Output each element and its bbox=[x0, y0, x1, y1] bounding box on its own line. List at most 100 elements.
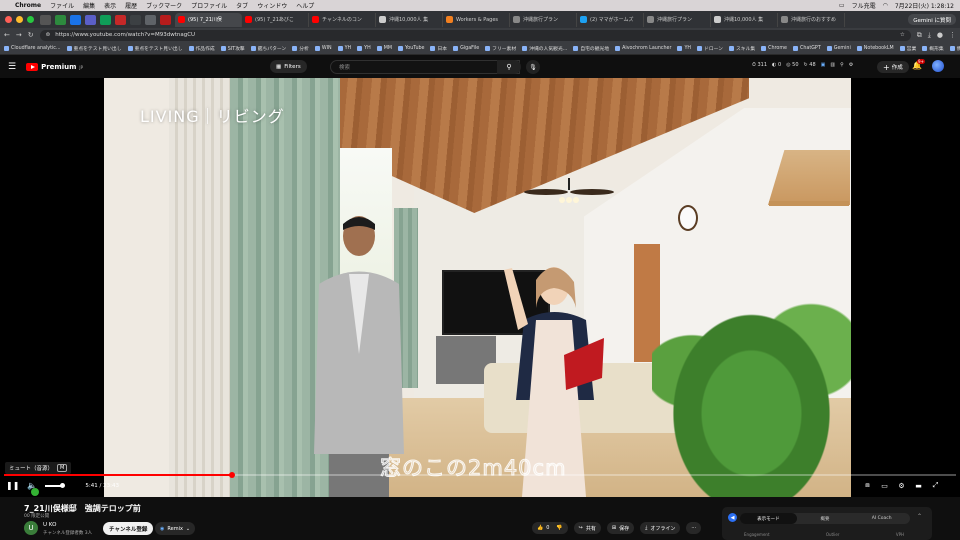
voice-search-button[interactable]: 🎙 bbox=[526, 60, 540, 74]
create-button[interactable]: + 作成 bbox=[877, 61, 909, 73]
fullscreen-icon[interactable]: ⤢ bbox=[930, 481, 941, 490]
bookmark-item[interactable]: 重点をテスト見い出し bbox=[66, 45, 122, 52]
bookmark-star-icon[interactable]: ☆ bbox=[900, 32, 905, 38]
bookmark-item[interactable]: 鑑ちパターン bbox=[250, 45, 286, 52]
pinned-tab-icon[interactable] bbox=[85, 14, 96, 25]
extension-icon[interactable]: ▣ bbox=[821, 62, 826, 68]
bookmark-item[interactable]: 概形集 bbox=[922, 45, 944, 52]
save-button[interactable]: ⊞ 保存 bbox=[606, 522, 635, 534]
bookmark-item[interactable]: 営業 bbox=[899, 45, 916, 52]
settings-gear-icon[interactable]: ⚙ bbox=[896, 481, 907, 490]
profile-icon[interactable]: ● bbox=[937, 31, 943, 39]
reload-icon[interactable]: ↻ bbox=[28, 31, 34, 39]
browser-tab[interactable]: 沖縄旅行プラン bbox=[644, 12, 711, 27]
browser-tab[interactable]: (95) 7_21川俣 bbox=[175, 12, 242, 27]
menu-view[interactable]: 表示 bbox=[104, 1, 116, 10]
bookmark-item[interactable]: 沖縄の人気観光... bbox=[522, 45, 567, 52]
extensions-icon[interactable]: ⧉ bbox=[917, 31, 922, 40]
bookmark-item[interactable]: NotebookLM bbox=[856, 45, 894, 51]
filters-button[interactable]: ▦ Filters bbox=[270, 60, 307, 73]
pinned-tab-icon[interactable] bbox=[70, 14, 81, 25]
panel-tab-summary[interactable]: 概要 bbox=[797, 513, 854, 524]
bookmark-item[interactable]: 作品作成 bbox=[188, 45, 215, 52]
channel-name[interactable]: U KO bbox=[43, 522, 56, 528]
thumbs-down-icon[interactable]: 👎 bbox=[556, 525, 562, 531]
bookmark-item[interactable]: フリー素材 bbox=[485, 45, 516, 52]
menu-edit[interactable]: 編集 bbox=[83, 1, 95, 10]
pinned-tab-icon[interactable] bbox=[145, 14, 156, 25]
downloads-icon[interactable]: ⤓ bbox=[928, 31, 931, 40]
bookmark-item[interactable]: Gemini bbox=[826, 45, 851, 51]
gemini-button[interactable]: Gemini に質問 bbox=[908, 14, 956, 25]
app-menu-chrome[interactable]: Chrome bbox=[15, 2, 41, 9]
hamburger-menu-icon[interactable]: ☰ bbox=[8, 62, 16, 72]
progress-bar[interactable] bbox=[4, 472, 956, 478]
youtube-logo[interactable]: Premium JP bbox=[26, 63, 83, 71]
bookmark-item[interactable]: YouTube bbox=[397, 45, 424, 51]
bookmark-item[interactable]: スキル集 bbox=[728, 45, 755, 52]
extension-icon[interactable]: ⚙ bbox=[849, 62, 853, 68]
miniplayer-icon[interactable]: ▭ bbox=[879, 481, 890, 490]
menu-tab[interactable]: タブ bbox=[236, 1, 248, 10]
notifications-button[interactable]: 🔔 9+ bbox=[912, 59, 925, 70]
pinned-tab-icon[interactable] bbox=[160, 14, 171, 25]
address-bar[interactable]: ⊜ https://www.youtube.com/watch?v=M93dwt… bbox=[39, 29, 911, 41]
panel-collapse-icon[interactable]: ⌃ bbox=[917, 513, 922, 520]
bookmark-item[interactable]: MM bbox=[376, 45, 392, 51]
more-actions-button[interactable]: ⋯ bbox=[686, 522, 702, 534]
battery-icon[interactable]: ▭ bbox=[839, 2, 845, 9]
bookmark-item[interactable]: 重点をテスト見い出し bbox=[127, 45, 183, 52]
pinned-tab-icon[interactable] bbox=[100, 14, 111, 25]
menu-window[interactable]: ウィンドウ bbox=[257, 1, 287, 10]
bookmark-item[interactable]: Chrome bbox=[761, 45, 787, 51]
pause-button[interactable]: ❚❚ bbox=[6, 481, 19, 490]
volume-slider[interactable] bbox=[45, 482, 66, 488]
like-button[interactable]: 👍 0 👎 bbox=[532, 522, 568, 534]
browser-tab[interactable]: 沖縄10,000人 集 bbox=[711, 12, 778, 27]
share-button[interactable]: ↪ 共有 bbox=[573, 522, 601, 534]
account-avatar[interactable] bbox=[932, 60, 944, 72]
bookmark-item[interactable]: YH bbox=[357, 45, 371, 51]
browser-tab[interactable]: (2) ママがホームズ bbox=[577, 12, 644, 27]
site-info-icon[interactable]: ⊜ bbox=[46, 32, 51, 38]
subscribe-button[interactable]: チャンネル登録 bbox=[103, 522, 154, 535]
bookmark-item[interactable]: 自宅の観光地 bbox=[573, 45, 609, 52]
bookmark-item[interactable]: ドローン bbox=[697, 45, 723, 52]
browser-tab[interactable]: 沖縄旅行プラン bbox=[510, 12, 577, 27]
bookmark-item[interactable]: 便利サイト bbox=[949, 45, 960, 52]
bookmark-item[interactable]: 分析 bbox=[292, 45, 309, 52]
stat-item[interactable]: ↻ 48 bbox=[804, 62, 816, 68]
captions-icon[interactable]: ⧈ bbox=[862, 481, 873, 490]
theater-mode-icon[interactable]: ▬ bbox=[913, 481, 924, 490]
bookmark-item[interactable]: 日本 bbox=[430, 45, 447, 52]
offline-button[interactable]: ⤓ オフライン bbox=[640, 522, 681, 534]
extension-icon[interactable]: ▥ bbox=[830, 62, 835, 68]
stat-item[interactable]: ◐ 0 bbox=[772, 62, 781, 68]
menu-bookmarks[interactable]: ブックマーク bbox=[146, 1, 182, 10]
browser-tab[interactable]: チャンネルのコン bbox=[309, 12, 376, 27]
pinned-tab-icon[interactable] bbox=[40, 14, 51, 25]
bookmark-item[interactable]: Aivochrom Launcher bbox=[615, 45, 671, 51]
forward-icon[interactable]: → bbox=[16, 31, 22, 39]
close-window-button[interactable] bbox=[5, 16, 12, 23]
minimize-window-button[interactable] bbox=[16, 16, 23, 23]
back-icon[interactable]: ← bbox=[4, 31, 10, 39]
bookmark-item[interactable]: GigaFile bbox=[453, 45, 479, 51]
stat-item[interactable]: ⏱ 311 bbox=[752, 62, 767, 68]
menu-file[interactable]: ファイル bbox=[50, 1, 74, 10]
search-input[interactable]: 検索 bbox=[330, 60, 520, 74]
search-button[interactable]: ⚲ bbox=[497, 60, 521, 74]
remix-button[interactable]: ◉ Remix ⌄ bbox=[155, 522, 196, 535]
panel-tab-display[interactable]: 表示モード bbox=[740, 513, 797, 524]
wifi-icon[interactable]: ◠ bbox=[883, 2, 888, 9]
bookmark-item[interactable]: YH bbox=[337, 45, 351, 51]
menu-profile[interactable]: プロファイル bbox=[191, 1, 227, 10]
pinned-tab-icon[interactable] bbox=[115, 14, 126, 25]
zoom-window-button[interactable] bbox=[27, 16, 34, 23]
browser-tab[interactable]: 沖縄10,000人 集 bbox=[376, 12, 443, 27]
pinned-tab-icon[interactable] bbox=[130, 14, 141, 25]
bookmark-item[interactable]: YH bbox=[677, 45, 691, 51]
bookmark-item[interactable]: SIT攻撃 bbox=[220, 45, 245, 52]
menu-help[interactable]: ヘルプ bbox=[296, 1, 314, 10]
bookmark-item[interactable]: Cloudflare analytic... bbox=[4, 45, 61, 51]
